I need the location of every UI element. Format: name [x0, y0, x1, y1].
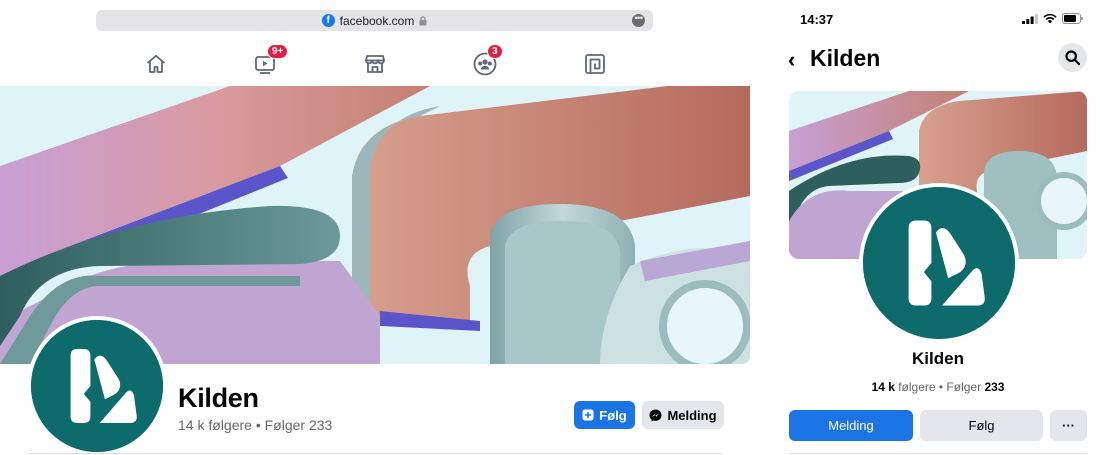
more-button[interactable]: ···: [1050, 410, 1087, 441]
followers-text: følgere • Følger: [894, 380, 985, 394]
address-bar[interactable]: f facebook.com •••: [96, 10, 653, 31]
tablet-view: f facebook.com ••• 9+ 3 Kilden 14 k følg…: [0, 0, 770, 455]
message-label: Melding: [828, 418, 874, 433]
signal-icon: [1022, 13, 1038, 24]
top-navigation: 9+ 3: [0, 40, 750, 86]
wifi-icon: [1043, 13, 1057, 23]
profile-avatar[interactable]: [27, 316, 167, 455]
lock-icon: [419, 15, 427, 25]
message-label: Melding: [667, 407, 717, 423]
follower-stats: 14 k følgere • Følger 233: [776, 380, 1100, 394]
facebook-favicon-icon: f: [321, 14, 335, 27]
follow-label: Følg: [599, 407, 627, 423]
page-title: Kilden: [178, 383, 259, 413]
section-divider: [28, 453, 722, 454]
battery-icon: [1062, 13, 1083, 24]
url-text: facebook.com: [339, 13, 415, 28]
messenger-icon: [649, 409, 662, 422]
watch-badge: 9+: [267, 44, 289, 59]
search-icon: [1065, 50, 1080, 65]
page-title: Kilden: [912, 349, 964, 368]
marketplace-icon: [365, 55, 385, 73]
groups-badge: 3: [487, 44, 503, 59]
status-icons: [1022, 13, 1084, 24]
message-button[interactable]: Melding: [789, 410, 913, 441]
kilden-logo-icon: [863, 187, 1015, 339]
back-button[interactable]: ‹: [788, 47, 795, 73]
follow-icon: [582, 409, 594, 421]
followers-count: 14 k: [871, 380, 895, 394]
status-time: 14:37: [800, 12, 834, 27]
nav-gaming[interactable]: [583, 52, 607, 76]
following-count: 233: [984, 380, 1005, 394]
nav-watch[interactable]: 9+: [253, 44, 289, 76]
home-icon: [146, 54, 166, 73]
follow-button[interactable]: Følg: [574, 401, 635, 429]
gaming-icon: [585, 54, 605, 74]
section-divider: [789, 453, 1087, 454]
kilden-logo-icon: [31, 320, 163, 452]
header-title: Kilden: [810, 45, 881, 71]
profile-avatar-mobile[interactable]: [859, 183, 1019, 343]
follower-stats: 14 k følgere • Følger 233: [178, 417, 333, 433]
more-icon: ···: [1062, 418, 1075, 433]
nav-groups[interactable]: 3: [473, 44, 503, 76]
follow-label: Følg: [968, 418, 995, 433]
search-button[interactable]: [1058, 43, 1087, 72]
nav-marketplace[interactable]: [363, 52, 387, 76]
more-options-icon[interactable]: •••: [632, 14, 645, 27]
nav-home[interactable]: [144, 52, 168, 76]
message-button[interactable]: Melding: [642, 401, 724, 429]
follow-button[interactable]: Følg: [920, 410, 1043, 441]
